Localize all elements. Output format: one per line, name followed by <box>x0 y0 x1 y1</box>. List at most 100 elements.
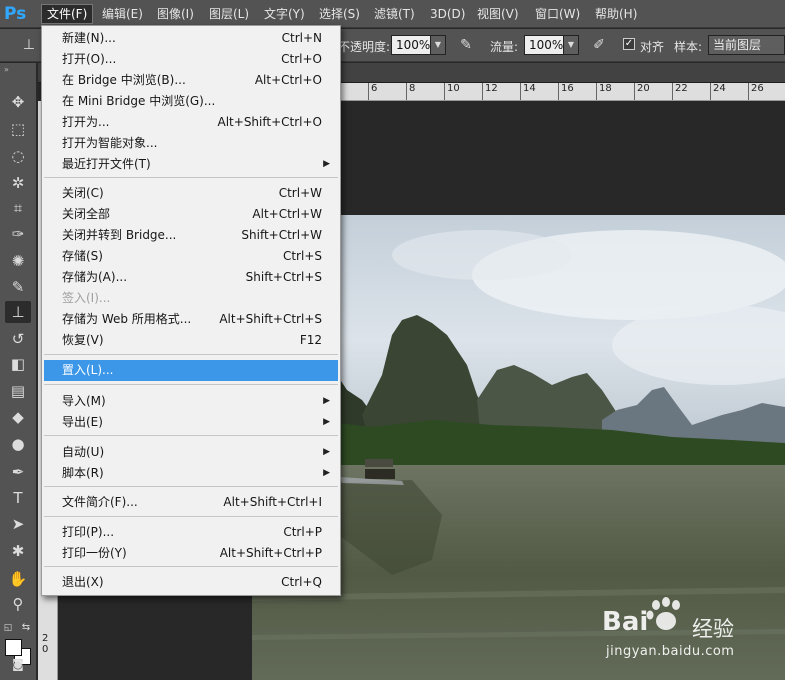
menu-item-label: 在 Mini Bridge 中浏览(G)... <box>62 94 216 108</box>
default-colors-icon[interactable]: ◱ <box>2 617 14 639</box>
align-checkbox[interactable]: ✓ <box>623 38 635 50</box>
menu-item-scripts[interactable]: 脚本(R) ▶ <box>44 463 338 484</box>
pen-tool-icon[interactable]: ✒ <box>5 461 31 483</box>
type-tool-icon[interactable]: T <box>5 487 31 509</box>
menu-item-label: 关闭(C) <box>62 186 104 200</box>
ruler-tick: 24 <box>710 83 726 100</box>
menu-item-label: 脚本(R) <box>62 466 104 480</box>
ruler-tick: 26 <box>748 83 764 100</box>
shape-tool-icon[interactable]: ✱ <box>5 540 31 562</box>
menu-select[interactable]: 选择(S) <box>314 4 365 24</box>
menu-window[interactable]: 窗口(W) <box>530 4 585 24</box>
menu-item-check-in: 签入(I)... <box>44 288 338 309</box>
move-tool-icon[interactable]: ✥ <box>5 91 31 113</box>
menu-item-close-all[interactable]: 关闭全部 Alt+Ctrl+W <box>44 204 338 225</box>
ruler-tick: 6 <box>367 83 378 100</box>
healing-brush-tool-icon[interactable]: ✺ <box>5 250 31 272</box>
menu-item-close[interactable]: 关闭(C) Ctrl+W <box>44 183 338 204</box>
menu-item-open[interactable]: 打开(O)... Ctrl+O <box>44 49 338 70</box>
menu-item-open-as-smart-object[interactable]: 打开为智能对象... <box>44 133 338 154</box>
menu-3d[interactable]: 3D(D) <box>425 4 470 24</box>
brush-tool-icon[interactable]: ✎ <box>5 276 31 298</box>
dodge-tool-icon[interactable]: ● <box>5 433 31 455</box>
menu-item-print[interactable]: 打印(P)... Ctrl+P <box>44 522 338 543</box>
magic-wand-tool-icon[interactable]: ✲ <box>5 172 31 194</box>
flow-dropdown[interactable]: ▼ <box>563 35 579 55</box>
submenu-arrow-icon: ▶ <box>323 396 330 406</box>
zoom-tool-icon[interactable]: ⚲ <box>5 593 31 615</box>
menu-item-import[interactable]: 导入(M) ▶ <box>44 391 338 412</box>
lasso-tool-icon[interactable]: ◌ <box>5 145 31 167</box>
menu-item-file-info[interactable]: 文件简介(F)... Alt+Shift+Ctrl+I <box>44 492 338 513</box>
menu-view[interactable]: 视图(V) <box>472 4 524 24</box>
clone-stamp-tool-icon[interactable]: ⊥ <box>5 301 31 323</box>
menu-item-export[interactable]: 导出(E) ▶ <box>44 412 338 433</box>
menu-item-close-and-go-to-bridge[interactable]: 关闭并转到 Bridge... Shift+Ctrl+W <box>44 225 338 246</box>
submenu-arrow-icon: ▶ <box>323 417 330 427</box>
menu-layer[interactable]: 图层(L) <box>204 4 254 24</box>
crop-tool-icon[interactable]: ⌗ <box>5 197 31 219</box>
sample-label: 样本: <box>674 40 703 54</box>
menu-type[interactable]: 文字(Y) <box>259 4 310 24</box>
path-selection-tool-icon[interactable]: ➤ <box>5 513 31 535</box>
eyedropper-tool-icon[interactable]: ✑ <box>5 223 31 245</box>
airbrush-icon[interactable]: ✐ <box>590 36 608 54</box>
ruler-tick: 12 <box>482 83 498 100</box>
opacity-dropdown[interactable]: ▼ <box>430 35 446 55</box>
opacity-input[interactable]: 100% <box>391 35 431 55</box>
photoshop-window: Ps 文件(F) 编辑(E) 图像(I) 图层(L) 文字(Y) 选择(S) 滤… <box>0 0 785 680</box>
menu-item-label: 打印(P)... <box>62 525 115 539</box>
menu-item-print-one-copy[interactable]: 打印一份(Y) Alt+Shift+Ctrl+P <box>44 543 338 564</box>
menu-item-automate[interactable]: 自动(U) ▶ <box>44 442 338 463</box>
blur-tool-icon[interactable]: ◆ <box>5 406 31 428</box>
flow-input[interactable]: 100% <box>524 35 564 55</box>
menu-item-shortcut: Ctrl+O <box>281 52 322 66</box>
hand-tool-icon[interactable]: ✋ <box>5 568 31 590</box>
watermark-brand-suffix: 经验 <box>692 617 734 641</box>
menu-edit[interactable]: 编辑(E) <box>97 4 148 24</box>
menu-item-shortcut: Shift+Ctrl+W <box>241 228 322 242</box>
ruler-tick: 20 <box>634 83 650 100</box>
submenu-arrow-icon: ▶ <box>323 468 330 478</box>
history-brush-tool-icon[interactable]: ↺ <box>5 328 31 350</box>
menu-separator <box>44 177 338 178</box>
menu-filter[interactable]: 滤镜(T) <box>369 4 420 24</box>
ruler-tick: 14 <box>520 83 536 100</box>
menu-item-label: 最近打开文件(T) <box>62 157 151 171</box>
marquee-tool-icon[interactable]: ⬚ <box>5 118 31 140</box>
menu-item-save[interactable]: 存储(S) Ctrl+S <box>44 246 338 267</box>
menu-item-browse-bridge[interactable]: 在 Bridge 中浏览(B)... Alt+Ctrl+O <box>44 70 338 91</box>
flow-label: 流量: <box>490 40 519 54</box>
menu-item-label: 存储为 Web 所用格式... <box>62 312 192 326</box>
menu-file[interactable]: 文件(F) <box>41 4 94 24</box>
menu-item-save-for-web[interactable]: 存储为 Web 所用格式... Alt+Shift+Ctrl+S <box>44 309 338 330</box>
menu-item-save-as[interactable]: 存储为(A)... Shift+Ctrl+S <box>44 267 338 288</box>
menu-item-revert[interactable]: 恢复(V) F12 <box>44 330 338 351</box>
menu-image[interactable]: 图像(I) <box>152 4 199 24</box>
eraser-tool-icon[interactable]: ◧ <box>5 353 31 375</box>
toolbox-grip-icon[interactable]: » <box>4 65 9 74</box>
menu-item-label: 存储(S) <box>62 249 103 263</box>
menu-item-place[interactable]: 置入(L)... <box>44 360 338 381</box>
menu-item-open-as[interactable]: 打开为... Alt+Shift+Ctrl+O <box>44 112 338 133</box>
menu-item-shortcut: Ctrl+W <box>278 186 322 200</box>
swap-colors-icon[interactable]: ⇆ <box>20 617 32 639</box>
gradient-tool-icon[interactable]: ▤ <box>5 380 31 402</box>
menu-item-new[interactable]: 新建(N)... Ctrl+N <box>44 28 338 49</box>
menu-item-recent-files[interactable]: 最近打开文件(T) ▶ <box>44 154 338 175</box>
menu-separator <box>44 435 338 436</box>
menu-item-shortcut: Ctrl+S <box>282 249 322 263</box>
menu-item-label: 打印一份(Y) <box>62 546 127 560</box>
sample-select[interactable]: 当前图层 <box>708 35 785 55</box>
watermark-brand: Bai <box>602 607 649 637</box>
quick-mask-icon[interactable]: ◙ <box>5 653 31 675</box>
menu-help[interactable]: 帮助(H) <box>590 4 642 24</box>
menu-item-label: 退出(X) <box>62 575 104 589</box>
menu-item-shortcut: Ctrl+P <box>283 525 322 539</box>
menu-item-exit[interactable]: 退出(X) Ctrl+Q <box>44 572 338 593</box>
menu-item-shortcut: Ctrl+N <box>281 31 322 45</box>
menu-item-browse-mini-bridge[interactable]: 在 Mini Bridge 中浏览(G)... <box>44 91 338 112</box>
menu-bar: Ps 文件(F) 编辑(E) 图像(I) 图层(L) 文字(Y) 选择(S) 滤… <box>0 0 785 28</box>
pressure-opacity-icon[interactable]: ✎ <box>457 36 475 54</box>
clone-stamp-tool-preset-icon[interactable]: ⊥ <box>20 36 38 54</box>
